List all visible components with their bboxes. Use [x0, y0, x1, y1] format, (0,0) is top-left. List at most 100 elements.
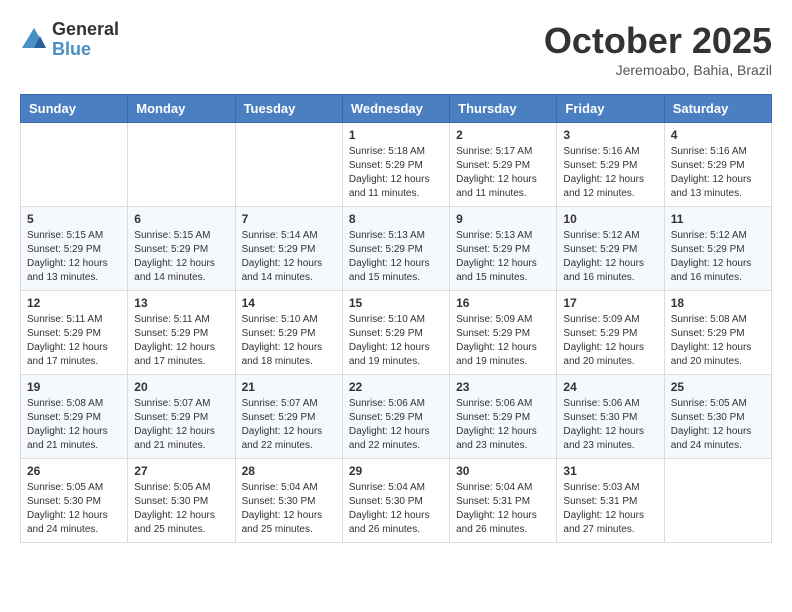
calendar-cell: 13 Sunrise: 5:11 AMSunset: 5:29 PMDayligh… — [128, 291, 235, 375]
calendar-week-row: 19 Sunrise: 5:08 AMSunset: 5:29 PMDayligh… — [21, 375, 772, 459]
day-number: 23 — [456, 380, 550, 394]
weekday-header-row: SundayMondayTuesdayWednesdayThursdayFrid… — [21, 95, 772, 123]
day-info: Sunrise: 5:12 AMSunset: 5:29 PMDaylight:… — [671, 229, 765, 285]
day-info: Sunrise: 5:05 AMSunset: 5:30 PMDaylight:… — [27, 481, 121, 537]
day-number: 31 — [563, 464, 657, 478]
day-number: 28 — [242, 464, 336, 478]
calendar-cell: 6 Sunrise: 5:15 AMSunset: 5:29 PMDaylight… — [128, 207, 235, 291]
day-info: Sunrise: 5:07 AMSunset: 5:29 PMDaylight:… — [242, 397, 336, 453]
day-number: 7 — [242, 212, 336, 226]
calendar-cell: 20 Sunrise: 5:07 AMSunset: 5:29 PMDayligh… — [128, 375, 235, 459]
day-number: 10 — [563, 212, 657, 226]
calendar-cell: 23 Sunrise: 5:06 AMSunset: 5:29 PMDayligh… — [450, 375, 557, 459]
logo: General Blue — [20, 20, 119, 60]
location-text: Jeremoabo, Bahia, Brazil — [544, 62, 772, 78]
weekday-header-wednesday: Wednesday — [342, 95, 449, 123]
calendar-cell: 31 Sunrise: 5:03 AMSunset: 5:31 PMDayligh… — [557, 459, 664, 543]
day-info: Sunrise: 5:05 AMSunset: 5:30 PMDaylight:… — [134, 481, 228, 537]
day-info: Sunrise: 5:05 AMSunset: 5:30 PMDaylight:… — [671, 397, 765, 453]
calendar-week-row: 1 Sunrise: 5:18 AMSunset: 5:29 PMDaylight… — [21, 123, 772, 207]
day-info: Sunrise: 5:18 AMSunset: 5:29 PMDaylight:… — [349, 145, 443, 201]
calendar-cell — [21, 123, 128, 207]
day-number: 22 — [349, 380, 443, 394]
day-info: Sunrise: 5:08 AMSunset: 5:29 PMDaylight:… — [671, 313, 765, 369]
day-info: Sunrise: 5:11 AMSunset: 5:29 PMDaylight:… — [27, 313, 121, 369]
month-title: October 2025 — [544, 20, 772, 62]
day-info: Sunrise: 5:15 AMSunset: 5:29 PMDaylight:… — [134, 229, 228, 285]
calendar-cell: 5 Sunrise: 5:15 AMSunset: 5:29 PMDaylight… — [21, 207, 128, 291]
calendar-cell: 3 Sunrise: 5:16 AMSunset: 5:29 PMDaylight… — [557, 123, 664, 207]
day-info: Sunrise: 5:10 AMSunset: 5:29 PMDaylight:… — [242, 313, 336, 369]
day-info: Sunrise: 5:13 AMSunset: 5:29 PMDaylight:… — [456, 229, 550, 285]
day-number: 19 — [27, 380, 121, 394]
day-number: 2 — [456, 128, 550, 142]
day-number: 17 — [563, 296, 657, 310]
day-info: Sunrise: 5:06 AMSunset: 5:30 PMDaylight:… — [563, 397, 657, 453]
day-number: 5 — [27, 212, 121, 226]
logo-blue-text: Blue — [52, 40, 119, 60]
day-number: 20 — [134, 380, 228, 394]
calendar-cell: 7Sunrise: 5:14 AMSunset: 5:29 PMDaylight… — [235, 207, 342, 291]
day-number: 27 — [134, 464, 228, 478]
calendar-cell: 8Sunrise: 5:13 AMSunset: 5:29 PMDaylight… — [342, 207, 449, 291]
day-number: 11 — [671, 212, 765, 226]
day-info: Sunrise: 5:16 AMSunset: 5:29 PMDaylight:… — [563, 145, 657, 201]
calendar-cell: 15 Sunrise: 5:10 AMSunset: 5:29 PMDayligh… — [342, 291, 449, 375]
calendar-week-row: 26 Sunrise: 5:05 AMSunset: 5:30 PMDayligh… — [21, 459, 772, 543]
logo-text: General Blue — [52, 20, 119, 60]
day-info: Sunrise: 5:04 AMSunset: 5:30 PMDaylight:… — [349, 481, 443, 537]
day-info: Sunrise: 5:17 AMSunset: 5:29 PMDaylight:… — [456, 145, 550, 201]
calendar-week-row: 5 Sunrise: 5:15 AMSunset: 5:29 PMDaylight… — [21, 207, 772, 291]
calendar-cell: 22Sunrise: 5:06 AMSunset: 5:29 PMDayligh… — [342, 375, 449, 459]
logo-general-text: General — [52, 20, 119, 40]
day-number: 13 — [134, 296, 228, 310]
day-number: 1 — [349, 128, 443, 142]
day-info: Sunrise: 5:07 AMSunset: 5:29 PMDaylight:… — [134, 397, 228, 453]
day-info: Sunrise: 5:10 AMSunset: 5:29 PMDaylight:… — [349, 313, 443, 369]
calendar-table: SundayMondayTuesdayWednesdayThursdayFrid… — [20, 94, 772, 543]
day-number: 26 — [27, 464, 121, 478]
calendar-cell: 28Sunrise: 5:04 AMSunset: 5:30 PMDayligh… — [235, 459, 342, 543]
day-info: Sunrise: 5:08 AMSunset: 5:29 PMDaylight:… — [27, 397, 121, 453]
logo-icon — [20, 26, 48, 54]
day-info: Sunrise: 5:16 AMSunset: 5:29 PMDaylight:… — [671, 145, 765, 201]
calendar-cell: 1 Sunrise: 5:18 AMSunset: 5:29 PMDaylight… — [342, 123, 449, 207]
day-number: 30 — [456, 464, 550, 478]
calendar-cell: 25 Sunrise: 5:05 AMSunset: 5:30 PMDayligh… — [664, 375, 771, 459]
day-number: 8 — [349, 212, 443, 226]
title-block: October 2025 Jeremoabo, Bahia, Brazil — [544, 20, 772, 78]
calendar-cell: 21Sunrise: 5:07 AMSunset: 5:29 PMDayligh… — [235, 375, 342, 459]
calendar-cell — [664, 459, 771, 543]
calendar-cell — [235, 123, 342, 207]
calendar-cell: 12 Sunrise: 5:11 AMSunset: 5:29 PMDayligh… — [21, 291, 128, 375]
calendar-cell: 26 Sunrise: 5:05 AMSunset: 5:30 PMDayligh… — [21, 459, 128, 543]
calendar-cell — [128, 123, 235, 207]
day-info: Sunrise: 5:03 AMSunset: 5:31 PMDaylight:… — [563, 481, 657, 537]
day-number: 14 — [242, 296, 336, 310]
calendar-cell: 16Sunrise: 5:09 AMSunset: 5:29 PMDayligh… — [450, 291, 557, 375]
weekday-header-thursday: Thursday — [450, 95, 557, 123]
weekday-header-friday: Friday — [557, 95, 664, 123]
day-number: 24 — [563, 380, 657, 394]
calendar-cell: 10Sunrise: 5:12 AMSunset: 5:29 PMDayligh… — [557, 207, 664, 291]
day-number: 3 — [563, 128, 657, 142]
calendar-cell: 24 Sunrise: 5:06 AMSunset: 5:30 PMDayligh… — [557, 375, 664, 459]
weekday-header-tuesday: Tuesday — [235, 95, 342, 123]
day-number: 4 — [671, 128, 765, 142]
day-number: 15 — [349, 296, 443, 310]
calendar-cell: 2 Sunrise: 5:17 AMSunset: 5:29 PMDaylight… — [450, 123, 557, 207]
day-info: Sunrise: 5:06 AMSunset: 5:29 PMDaylight:… — [456, 397, 550, 453]
calendar-cell: 29Sunrise: 5:04 AMSunset: 5:30 PMDayligh… — [342, 459, 449, 543]
day-number: 25 — [671, 380, 765, 394]
day-number: 16 — [456, 296, 550, 310]
day-info: Sunrise: 5:04 AMSunset: 5:31 PMDaylight:… — [456, 481, 550, 537]
page-header: General Blue October 2025 Jeremoabo, Bah… — [20, 20, 772, 78]
calendar-cell: 9Sunrise: 5:13 AMSunset: 5:29 PMDaylight… — [450, 207, 557, 291]
weekday-header-monday: Monday — [128, 95, 235, 123]
calendar-cell: 14 Sunrise: 5:10 AMSunset: 5:29 PMDayligh… — [235, 291, 342, 375]
day-info: Sunrise: 5:11 AMSunset: 5:29 PMDaylight:… — [134, 313, 228, 369]
day-info: Sunrise: 5:15 AMSunset: 5:29 PMDaylight:… — [27, 229, 121, 285]
day-number: 18 — [671, 296, 765, 310]
day-number: 12 — [27, 296, 121, 310]
day-number: 6 — [134, 212, 228, 226]
